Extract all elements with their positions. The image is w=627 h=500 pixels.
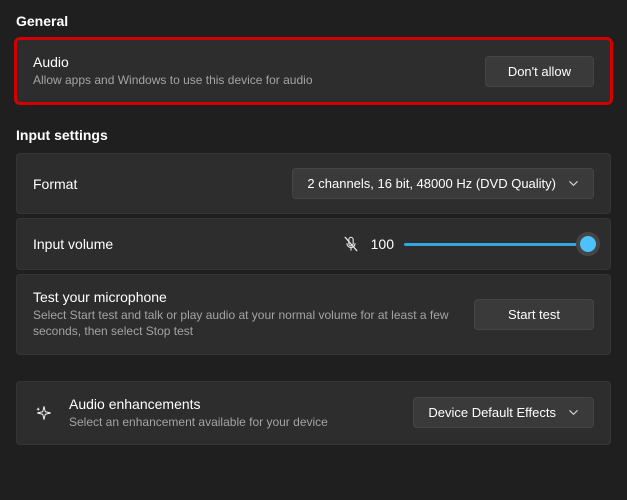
audio-permission-panel: Audio Allow apps and Windows to use this… bbox=[16, 39, 611, 103]
audio-title: Audio bbox=[33, 54, 471, 70]
format-label: Format bbox=[33, 176, 278, 192]
enhancements-dropdown[interactable]: Device Default Effects bbox=[413, 397, 594, 428]
slider-track bbox=[404, 243, 594, 246]
enhancements-title: Audio enhancements bbox=[69, 396, 399, 412]
input-volume-label: Input volume bbox=[33, 236, 327, 252]
start-test-button[interactable]: Start test bbox=[474, 299, 594, 330]
sparkle-icon bbox=[33, 403, 55, 423]
mic-test-subtitle: Select Start test and talk or play audio… bbox=[33, 307, 460, 339]
format-dropdown[interactable]: 2 channels, 16 bit, 48000 Hz (DVD Qualit… bbox=[292, 168, 594, 199]
input-settings-header: Input settings bbox=[0, 103, 627, 153]
enhancements-subtitle: Select an enhancement available for your… bbox=[69, 414, 399, 430]
mic-test-panel: Test your microphone Select Start test a… bbox=[16, 274, 611, 354]
mic-test-title: Test your microphone bbox=[33, 289, 460, 305]
general-header: General bbox=[0, 0, 627, 39]
input-volume-panel: Input volume 100 bbox=[16, 218, 611, 270]
volume-slider[interactable] bbox=[404, 236, 594, 252]
enhancements-value: Device Default Effects bbox=[428, 405, 556, 420]
microphone-muted-icon[interactable] bbox=[341, 234, 361, 254]
audio-enhancements-panel: Audio enhancements Select an enhancement… bbox=[16, 381, 611, 445]
volume-value: 100 bbox=[371, 236, 394, 252]
format-panel: Format 2 channels, 16 bit, 48000 Hz (DVD… bbox=[16, 153, 611, 214]
chevron-down-icon bbox=[568, 178, 579, 189]
slider-thumb[interactable] bbox=[576, 232, 600, 256]
chevron-down-icon bbox=[568, 407, 579, 418]
audio-subtitle: Allow apps and Windows to use this devic… bbox=[33, 72, 471, 88]
format-value: 2 channels, 16 bit, 48000 Hz (DVD Qualit… bbox=[307, 176, 556, 191]
dont-allow-button[interactable]: Don't allow bbox=[485, 56, 594, 87]
